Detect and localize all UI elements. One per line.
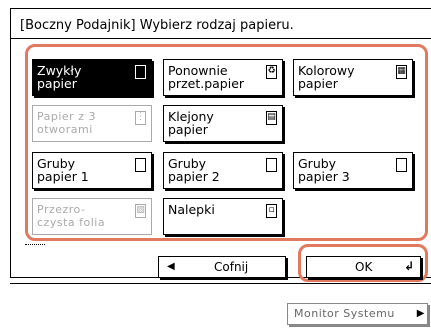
heavy-paper-1-icon (135, 158, 146, 172)
chevron-right-icon: ▶ (416, 308, 425, 319)
left-arrow-icon: ◀ (167, 261, 175, 272)
title-divider (10, 38, 431, 39)
paper-type-label: Papier z 3 otworami (37, 110, 96, 136)
paper-type-button[interactable]: Gruby papier 1 (32, 152, 152, 189)
dialog-title: [Boczny Podajnik] Wybierz rodzaj papieru… (20, 18, 294, 33)
paper-type-button[interactable]: Klejony papier ▤ (163, 105, 283, 142)
paper-type-button[interactable]: Gruby papier 3 (293, 152, 413, 189)
paper-type-button[interactable]: Zwykły papier (32, 59, 152, 96)
paper-type-label: Nalepki (168, 202, 215, 217)
paper-type-button: Przezro- czysta folia ▨ (32, 198, 152, 235)
paper-type-screen: [Boczny Podajnik] Wybierz rodzaj papieru… (10, 0, 431, 328)
paper-type-label: Przezro- czysta folia (37, 203, 106, 229)
paper-type-button[interactable]: Nalepki ▫ (163, 198, 283, 235)
paper-type-label: Zwykły papier (37, 63, 82, 91)
paper-type-button[interactable]: Ponownie przet.papier ♻ (163, 59, 283, 96)
system-monitor-label: Monitor Systemu (294, 307, 395, 320)
paper-type-button: Papier z 3 otworami ⋮ (32, 105, 152, 142)
back-button-label: Cofnij (214, 260, 249, 274)
heavy-paper-2-icon (266, 158, 277, 172)
punched-paper-icon: ⋮ (135, 111, 146, 125)
paper-type-label: Klejony papier (168, 109, 214, 137)
bond-paper-icon: ▤ (266, 111, 277, 125)
color-paper-icon: ▦ (396, 65, 407, 79)
paper-type-label: Gruby papier 2 (168, 156, 220, 184)
system-monitor-button[interactable]: Monitor Systemu ▶ (287, 303, 428, 325)
paper-type-label: Kolorowy papier (298, 63, 355, 91)
paper-type-button[interactable]: Kolorowy papier ▦ (293, 59, 413, 96)
back-button[interactable]: ◀ Cofnij (158, 256, 286, 278)
heavy-paper-3-icon (396, 158, 407, 172)
paper-type-label: Gruby papier 1 (37, 156, 89, 184)
paper-type-label: Gruby papier 3 (298, 156, 350, 184)
plain-sheet-icon (135, 65, 146, 79)
paper-type-label: Ponownie przet.papier (168, 63, 245, 91)
recycled-paper-icon: ♻ (266, 65, 277, 79)
ok-button-label: OK (355, 260, 373, 274)
paper-type-button[interactable]: Gruby papier 2 (163, 152, 283, 189)
dotted-divider (25, 244, 45, 245)
transparency-icon: ▨ (135, 204, 146, 218)
enter-icon: ↲ (403, 259, 414, 273)
ok-button[interactable]: OK ↲ (306, 256, 421, 278)
labels-icon: ▫ (266, 204, 277, 218)
